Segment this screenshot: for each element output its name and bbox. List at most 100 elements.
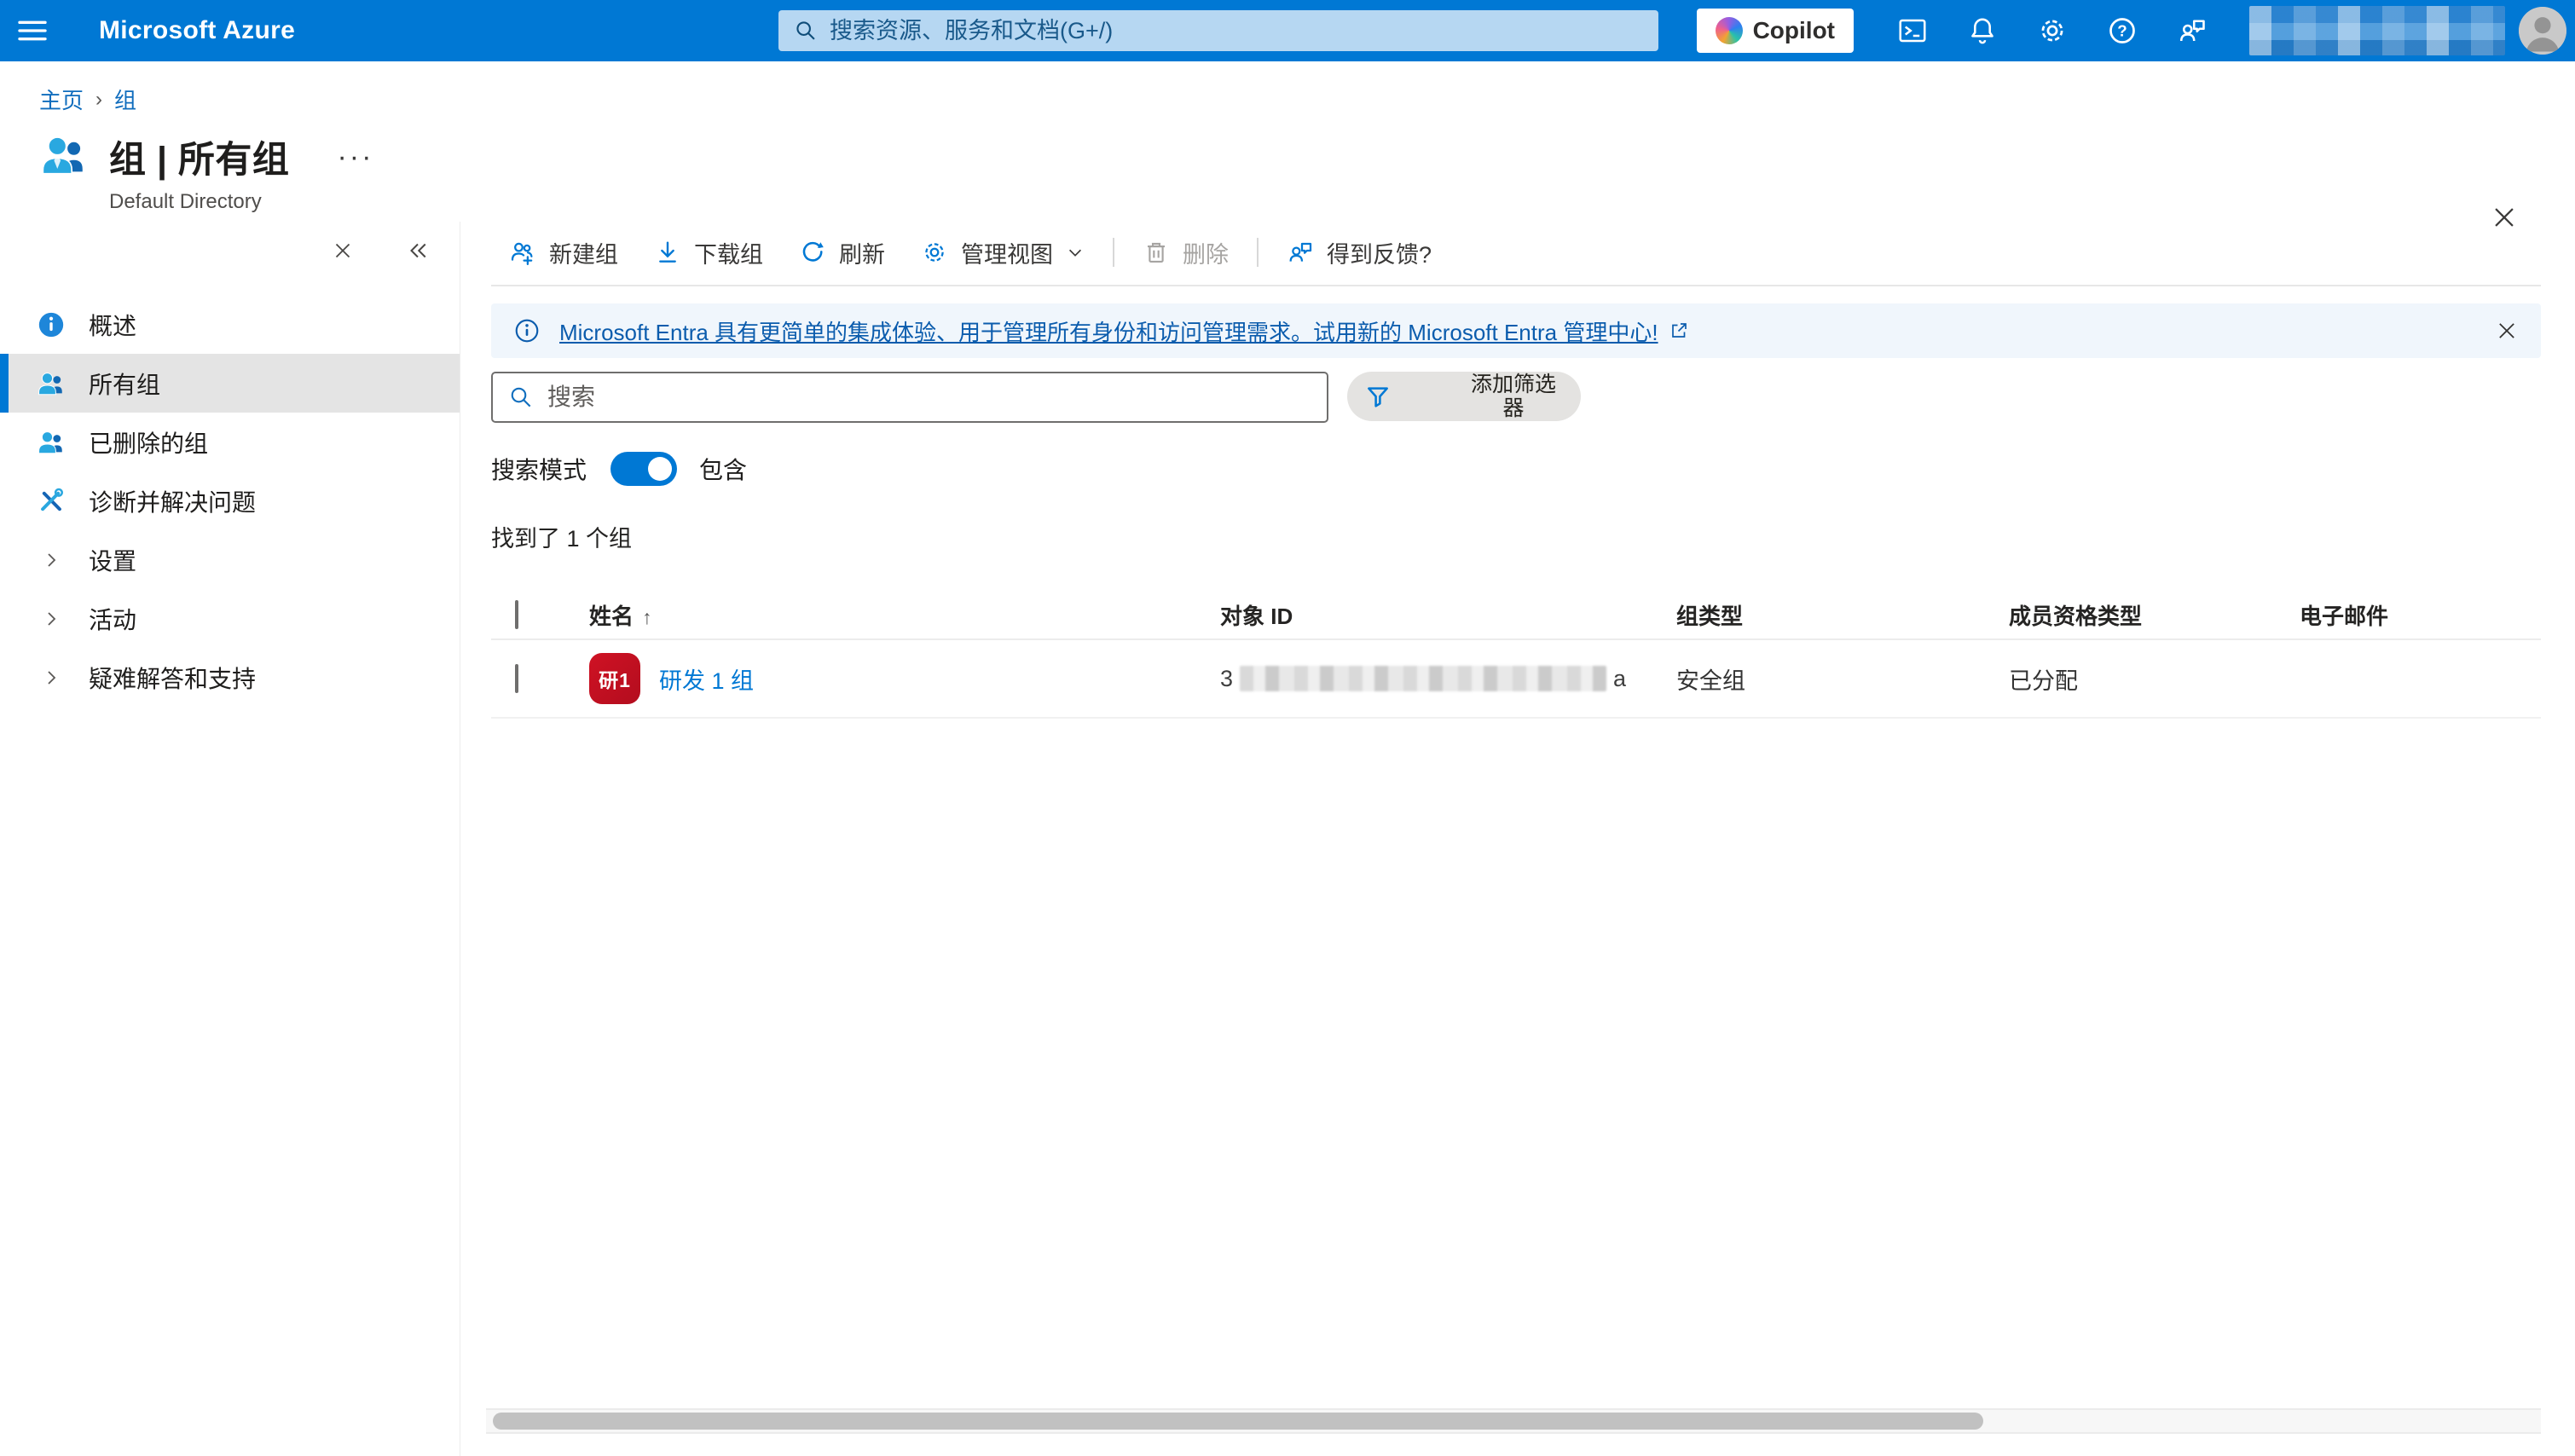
more-actions-button[interactable]: ··· [337,148,373,165]
person-feedback-icon [2177,15,2208,46]
avatar[interactable] [2519,7,2566,55]
sidebar-item-troubleshooting[interactable]: 疑难解答和支持 [0,648,460,707]
double-chevron-left-icon [405,238,431,263]
group-search-input[interactable] [547,384,1311,411]
sidebar-undock-button[interactable] [330,238,356,263]
toolbar-button-label: 管理视图 [961,236,1053,269]
object-id-cell: 3 a [1220,666,1676,692]
toggle-knob [648,457,672,481]
table-row: 研1 研发 1 组 3 a 安全组 已分配 [491,640,2541,719]
refresh-icon [799,239,826,266]
help-icon: ? [2107,15,2138,46]
sidebar-item-activity[interactable]: 活动 [0,589,460,648]
banner-link-text: Microsoft Entra 具有更简单的集成体验、用于管理所有身份和访问管理… [559,315,1658,347]
groups-icon [39,130,89,180]
entra-info-banner: Microsoft Entra 具有更简单的集成体验、用于管理所有身份和访问管理… [491,303,2541,358]
group-search-box[interactable] [491,372,1328,423]
column-label: 对象 ID [1220,604,1293,629]
sidebar: 概述 所有组 已删除的组 [0,222,460,1456]
settings-button[interactable] [2017,0,2087,61]
external-link-icon [1669,321,1689,341]
toolbar-separator [1113,238,1114,267]
manage-view-gear-icon [921,239,948,266]
column-header-name[interactable]: 姓名↑ [589,599,1220,631]
column-header-object-id[interactable]: 对象 ID [1220,599,1676,631]
group-avatar: 研1 [589,653,640,704]
toolbar-separator [1257,238,1259,267]
page: 主页 › 组 组 | 所有组 ··· Default Directory [0,61,2575,1456]
download-groups-button[interactable]: 下载组 [636,228,781,276]
object-id-suffix: a [1613,666,1626,692]
sidebar-item-diagnose[interactable]: 诊断并解决问题 [0,471,460,530]
hamburger-icon [15,14,49,48]
brand-title: Microsoft Azure [99,16,295,45]
search-mode-row: 搜索模式 包含 [491,452,2541,486]
directory-subtitle: Default Directory [109,190,373,214]
banner-close-button[interactable] [2495,319,2519,343]
scrollbar-thumb[interactable] [493,1413,1983,1430]
copilot-button[interactable]: Copilot [1697,9,1854,53]
breadcrumb-current-link[interactable]: 组 [114,84,136,115]
result-count: 找到了 1 个组 [491,520,2541,553]
notifications-button[interactable] [1947,0,2017,61]
horizontal-scrollbar[interactable] [486,1408,2541,1434]
info-icon [36,310,67,339]
chevron-right-icon [36,609,67,629]
column-header-email[interactable]: 电子邮件 [2300,599,2541,631]
table-header-row: 姓名↑ 对象 ID 组类型 成员资格类型 电子邮件 [491,591,2541,640]
sidebar-item-overview[interactable]: 概述 [0,295,460,354]
bell-icon [1967,15,1998,46]
search-icon [508,384,534,410]
manage-view-button[interactable]: 管理视图 [903,228,1102,276]
select-all-checkbox[interactable] [515,600,518,629]
page-header: 组 | 所有组 ··· Default Directory [39,130,2575,214]
cloud-shell-button[interactable] [1878,0,1947,61]
close-icon [2495,319,2519,343]
search-mode-label: 搜索模式 [491,452,587,486]
add-filter-button[interactable]: 添加筛选器 [1347,372,1581,421]
menu-button[interactable] [0,0,65,61]
page-title: 组 | 所有组 [109,130,289,183]
search-mode-value: 包含 [699,452,747,486]
column-header-group-type[interactable]: 组类型 [1676,599,2009,631]
group-name-link[interactable]: 研发 1 组 [659,662,754,696]
entra-banner-link[interactable]: Microsoft Entra 具有更简单的集成体验、用于管理所有身份和访问管理… [559,315,1689,347]
groups-icon [36,428,67,457]
sidebar-item-label: 概述 [89,308,136,342]
cloud-shell-icon [1897,15,1928,46]
column-header-membership-type[interactable]: 成员资格类型 [2009,599,2300,631]
sidebar-collapse-button[interactable] [405,238,431,263]
add-filter-label: 添加筛选器 [1468,373,1559,420]
row-checkbox[interactable] [515,664,518,693]
account-info-redacted[interactable] [2249,6,2505,55]
got-feedback-button[interactable]: 得到反馈? [1269,228,1450,276]
chevron-right-icon [36,550,67,570]
delete-button: 删除 [1125,228,1247,276]
help-button[interactable]: ? [2087,0,2157,61]
global-search-input[interactable] [830,18,1643,44]
sidebar-item-label: 疑难解答和支持 [89,661,256,695]
trash-icon [1143,239,1170,266]
content: 新建组 下载组 刷新 [460,222,2575,1456]
new-group-button[interactable]: 新建组 [491,228,636,276]
download-icon [654,239,681,266]
sidebar-item-all-groups[interactable]: 所有组 [0,354,460,413]
topbar: Microsoft Azure Copilot ? [0,0,2575,61]
search-mode-toggle[interactable] [610,452,677,486]
global-search[interactable] [778,10,1658,51]
object-id-prefix: 3 [1220,666,1233,692]
toolbar: 新建组 下载组 刷新 [491,227,2541,278]
chevron-down-icon [1066,243,1085,262]
refresh-button[interactable]: 刷新 [781,228,903,276]
feedback-button[interactable] [2157,0,2227,61]
groups-icon [36,369,67,398]
toolbar-button-label: 刷新 [839,236,885,269]
breadcrumb: 主页 › 组 [0,61,2575,115]
tools-icon [36,487,67,516]
sidebar-item-settings[interactable]: 设置 [0,530,460,589]
breadcrumb-home-link[interactable]: 主页 [39,84,84,115]
column-label: 成员资格类型 [2009,604,2142,629]
sidebar-item-deleted-groups[interactable]: 已删除的组 [0,413,460,471]
filter-row: 添加筛选器 [491,372,2541,423]
sidebar-item-label: 诊断并解决问题 [89,484,256,518]
